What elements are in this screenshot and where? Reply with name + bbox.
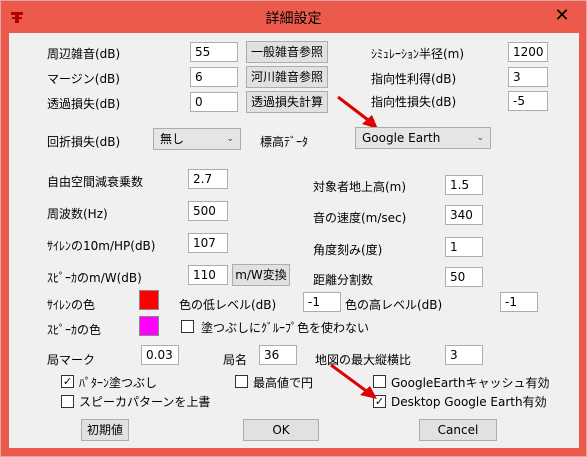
chevron-down-icon: ⌄ xyxy=(476,133,484,143)
directivity-loss-input[interactable]: -5 xyxy=(508,91,548,111)
frequency-input[interactable]: 500 xyxy=(188,201,228,221)
directivity-gain-input[interactable]: 3 xyxy=(508,67,548,87)
speaker-color-label: ｽﾋﾟｰｶの色 xyxy=(47,323,102,337)
diffraction-loss-label: 回折損失(dB) xyxy=(47,135,121,149)
ge-cache-label: GoogleEarthキャッシュ有効 xyxy=(391,376,550,390)
station-mark-label: 局マーク xyxy=(47,353,96,367)
transmission-calc-button[interactable]: 透過損失計算 xyxy=(246,91,328,113)
speaker-overwrite-checkbox[interactable] xyxy=(61,395,74,408)
close-icon[interactable]: ✕ xyxy=(546,5,578,27)
siren-hp-label: ｻｲﾚﾝの10m/HP(dB) xyxy=(47,239,156,253)
river-noise-button[interactable]: 河川雑音参照 xyxy=(246,66,328,88)
cancel-button[interactable]: Cancel xyxy=(419,419,497,441)
max-circle-checkbox[interactable] xyxy=(235,375,248,388)
general-noise-button[interactable]: 一般雑音参照 xyxy=(246,41,328,63)
initial-values-button[interactable]: 初期値 xyxy=(81,419,129,441)
ambient-noise-label: 周辺雑音(dB) xyxy=(47,47,121,61)
low-level-label: 色の低レベル(dB) xyxy=(179,298,277,312)
siren-hp-input[interactable]: 107 xyxy=(188,233,228,253)
speaker-color-swatch[interactable] xyxy=(139,316,159,336)
listener-height-label: 対象者地上高(m) xyxy=(313,180,407,194)
sound-speed-label: 音の速度(m/sec) xyxy=(313,211,407,225)
free-space-label: 自由空間減衰乗数 xyxy=(47,175,144,189)
title-bar[interactable]: 詳細設定 ✕ xyxy=(1,1,586,33)
max-circle-label: 最高値で円 xyxy=(253,376,314,390)
mw-convert-button[interactable]: m/W変換 xyxy=(232,264,290,286)
elevation-data-select[interactable]: Google Earth ⌄ xyxy=(355,127,491,149)
high-level-label: 色の高レベル(dB) xyxy=(345,298,443,312)
dialog-body: 周辺雑音(dB) 55 一般雑音参照 ｼﾐｭﾚｰｼｮﾝ半径(m) 1200 マー… xyxy=(9,33,579,448)
chevron-down-icon: ⌄ xyxy=(226,134,234,144)
annotation-arrow xyxy=(330,363,377,399)
elevation-data-value: Google Earth xyxy=(362,131,441,145)
no-group-color-checkbox[interactable] xyxy=(181,320,194,333)
free-space-input[interactable]: 2.7 xyxy=(188,169,228,189)
distance-divisions-input[interactable]: 50 xyxy=(445,267,483,287)
frequency-label: 周波数(Hz) xyxy=(47,207,108,221)
desktop-ge-label: Desktop Google Earth有効 xyxy=(391,395,547,409)
margin-label: マージン(dB) xyxy=(47,72,120,86)
simulation-radius-label: ｼﾐｭﾚｰｼｮﾝ半径(m) xyxy=(371,47,465,61)
ambient-noise-input[interactable]: 55 xyxy=(190,42,238,62)
angle-step-label: 角度刻み(度) xyxy=(313,243,383,257)
low-level-input[interactable]: -1 xyxy=(303,292,341,312)
margin-input[interactable]: 6 xyxy=(190,67,238,87)
ok-button[interactable]: OK xyxy=(243,419,319,441)
elevation-data-label: 標高ﾃﾞｰﾀ xyxy=(260,135,309,149)
pattern-fill-label: ﾊﾟﾀｰﾝ塗つぶし xyxy=(79,376,158,390)
siren-color-swatch[interactable] xyxy=(139,290,159,310)
speaker-w-input[interactable]: 110 xyxy=(188,265,228,285)
station-name-input[interactable]: 36 xyxy=(259,345,297,365)
distance-divisions-label: 距離分割数 xyxy=(313,273,374,287)
directivity-gain-label: 指向性利得(dB) xyxy=(371,72,457,86)
speaker-overwrite-label: スピーカパターンを上書 xyxy=(79,395,211,409)
station-mark-input[interactable]: 0.03 xyxy=(141,345,179,365)
transmission-loss-label: 透過損失(dB) xyxy=(47,97,121,111)
transmission-loss-input[interactable]: 0 xyxy=(190,92,238,112)
siren-color-label: ｻｲﾚﾝの色 xyxy=(47,298,96,312)
listener-height-input[interactable]: 1.5 xyxy=(445,175,483,195)
pattern-fill-checkbox[interactable]: ✓ xyxy=(61,375,74,388)
station-name-label: 局名 xyxy=(223,353,248,367)
high-level-input[interactable]: -1 xyxy=(500,292,538,312)
sound-speed-input[interactable]: 340 xyxy=(445,205,483,225)
simulation-radius-input[interactable]: 1200 xyxy=(508,42,548,62)
no-group-color-label: 塗つぶしにｸﾞﾙｰﾌﾟ色を使わない xyxy=(201,321,370,335)
diffraction-loss-value: 無し xyxy=(160,132,185,146)
aspect-ratio-input[interactable]: 3 xyxy=(445,345,483,365)
window-title: 詳細設定 xyxy=(265,11,322,27)
dialog-window: 詳細設定 ✕ 周辺雑音(dB) 55 一般雑音参照 ｼﾐｭﾚｰｼｮﾝ半径(m) … xyxy=(0,0,587,457)
diffraction-loss-select[interactable]: 無し ⌄ xyxy=(153,128,241,150)
angle-step-input[interactable]: 1 xyxy=(445,237,483,257)
speaker-w-label: ｽﾋﾟｰｶのm/W(dB) xyxy=(47,271,142,285)
